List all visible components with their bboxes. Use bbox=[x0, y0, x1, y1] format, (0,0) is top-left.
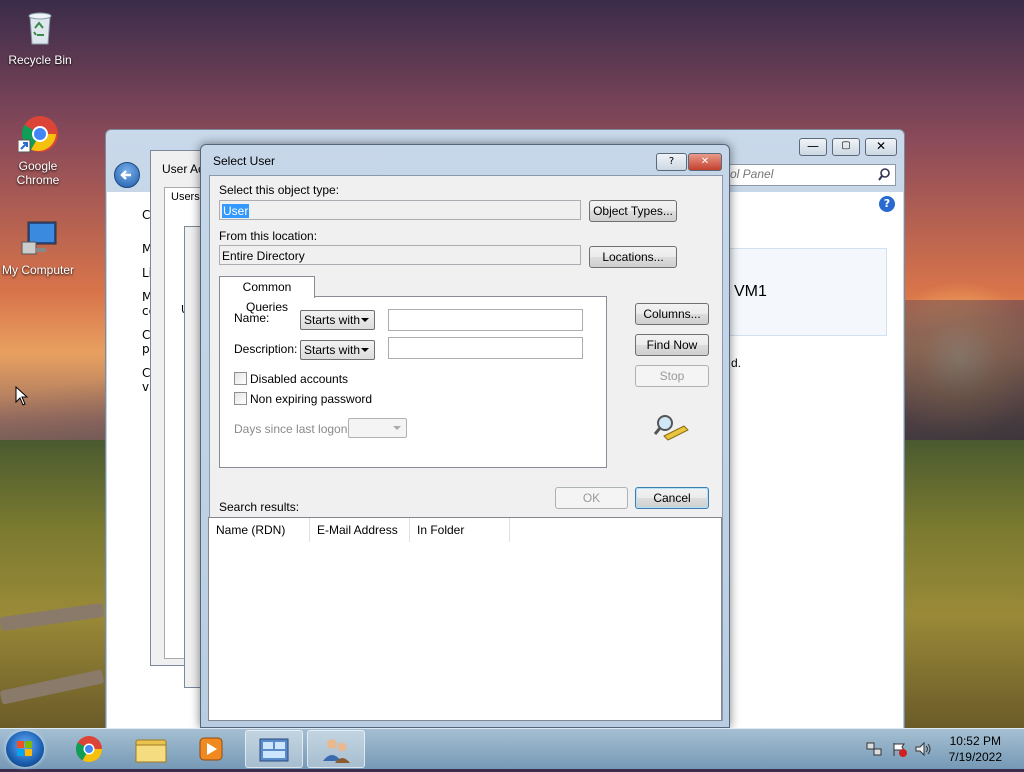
description-mode-dropdown[interactable]: Starts with bbox=[300, 340, 375, 360]
location-label: From this location: bbox=[219, 229, 318, 243]
dialog-title: Select User bbox=[213, 154, 276, 168]
folder-icon bbox=[135, 739, 167, 763]
tab-common-queries[interactable]: Common Queries bbox=[219, 276, 315, 314]
account-panel: VM1 bbox=[727, 248, 887, 336]
start-button[interactable] bbox=[6, 731, 44, 767]
back-arrow-icon bbox=[120, 170, 131, 180]
desktop-icon-label: Recycle Bin bbox=[8, 53, 72, 67]
column-header-email[interactable]: E-Mail Address bbox=[310, 518, 410, 542]
volume-icon[interactable] bbox=[914, 741, 932, 757]
chevron-down-icon bbox=[393, 426, 401, 430]
control-panel-icon bbox=[259, 738, 289, 762]
account-name-fragment: VM1 bbox=[734, 283, 767, 300]
clock-date: 7/19/2022 bbox=[948, 750, 1002, 764]
object-types-button[interactable]: Object Types... bbox=[589, 200, 677, 222]
name-input[interactable] bbox=[388, 309, 583, 331]
search-results-label: Search results: bbox=[219, 500, 300, 514]
chevron-down-icon bbox=[361, 348, 369, 352]
users-tab[interactable]: Users bbox=[171, 191, 200, 203]
mouse-cursor-icon bbox=[15, 386, 29, 406]
object-type-field[interactable]: User bbox=[219, 200, 581, 220]
non-expiring-password-label: Non expiring password bbox=[250, 392, 373, 406]
location-field[interactable]: Entire Directory bbox=[219, 245, 581, 265]
chrome-icon bbox=[75, 736, 103, 763]
disabled-accounts-checkbox[interactable] bbox=[234, 372, 247, 385]
days-since-logon-dropdown[interactable] bbox=[348, 418, 407, 438]
name-mode-dropdown[interactable]: Starts with bbox=[300, 310, 375, 330]
windows-logo-icon bbox=[17, 741, 32, 756]
cancel-button[interactable]: Cancel bbox=[635, 487, 709, 509]
close-button[interactable]: ✕ bbox=[865, 138, 897, 156]
days-since-logon-label: Days since last logon: bbox=[234, 422, 351, 436]
clock-time: 10:52 PM bbox=[949, 734, 1001, 748]
taskbar-control-panel[interactable] bbox=[245, 730, 303, 768]
window-title-fragment: User Ac bbox=[162, 162, 205, 176]
users-icon bbox=[323, 739, 350, 763]
desktop-icon-recycle-bin[interactable]: Recycle Bin bbox=[0, 8, 80, 67]
find-now-button[interactable]: Find Now bbox=[635, 334, 709, 356]
chevron-down-icon bbox=[361, 318, 369, 322]
desktop-icon-google-chrome[interactable]: Google Chrome bbox=[0, 114, 78, 187]
search-users-icon bbox=[654, 415, 689, 441]
column-header-folder[interactable]: In Folder bbox=[410, 518, 510, 542]
network-icon[interactable] bbox=[866, 741, 882, 757]
name-mode-value: Starts with bbox=[304, 313, 361, 327]
search-results-list[interactable]: Name (RDN) E-Mail Address In Folder bbox=[208, 517, 722, 721]
text-fragment: d. bbox=[731, 356, 742, 370]
columns-button[interactable]: Columns... bbox=[635, 303, 709, 325]
taskbar-chrome[interactable] bbox=[60, 730, 118, 768]
locations-button[interactable]: Locations... bbox=[589, 246, 677, 268]
ok-button[interactable]: OK bbox=[555, 487, 628, 509]
object-type-value: User bbox=[222, 204, 250, 218]
maximize-button[interactable]: ▢ bbox=[832, 138, 860, 156]
non-expiring-password-checkbox[interactable] bbox=[234, 392, 247, 405]
help-button[interactable]: ? bbox=[656, 153, 687, 171]
action-center-flag-icon[interactable] bbox=[891, 741, 907, 757]
media-player-icon bbox=[199, 737, 223, 761]
minimize-button[interactable]: — bbox=[799, 138, 827, 156]
desktop-icon-my-computer[interactable]: My Computer bbox=[0, 218, 78, 277]
taskbar-user-accounts[interactable] bbox=[307, 730, 365, 768]
taskbar-media-player[interactable] bbox=[182, 730, 240, 768]
stop-button[interactable]: Stop bbox=[635, 365, 709, 387]
location-value: Entire Directory bbox=[222, 249, 305, 263]
desktop-icon-label: My Computer bbox=[1, 263, 75, 277]
back-button[interactable] bbox=[114, 162, 140, 188]
chrome-icon bbox=[17, 116, 58, 153]
description-label: Description: bbox=[234, 342, 298, 356]
close-button[interactable]: ✕ bbox=[688, 153, 722, 171]
system-clock[interactable]: 10:52 PM 7/19/2022 bbox=[949, 733, 1002, 765]
computer-icon bbox=[21, 221, 57, 255]
taskbar: 10:52 PM 7/19/2022 bbox=[0, 728, 1024, 769]
disabled-accounts-label: Disabled accounts bbox=[250, 372, 349, 386]
column-header-name[interactable]: Name (RDN) bbox=[209, 518, 310, 542]
search-placeholder: ol Panel bbox=[730, 167, 774, 181]
description-mode-value: Starts with bbox=[304, 343, 361, 357]
search-box[interactable]: ol Panel bbox=[726, 164, 896, 186]
object-type-label: Select this object type: bbox=[219, 183, 340, 197]
help-icon[interactable]: ? bbox=[879, 196, 895, 212]
desktop-icon-label: Google Chrome bbox=[16, 159, 60, 187]
description-input[interactable] bbox=[388, 337, 583, 359]
search-icon bbox=[878, 168, 890, 181]
taskbar-explorer[interactable] bbox=[122, 730, 180, 768]
recycle-bin-icon bbox=[28, 12, 52, 45]
